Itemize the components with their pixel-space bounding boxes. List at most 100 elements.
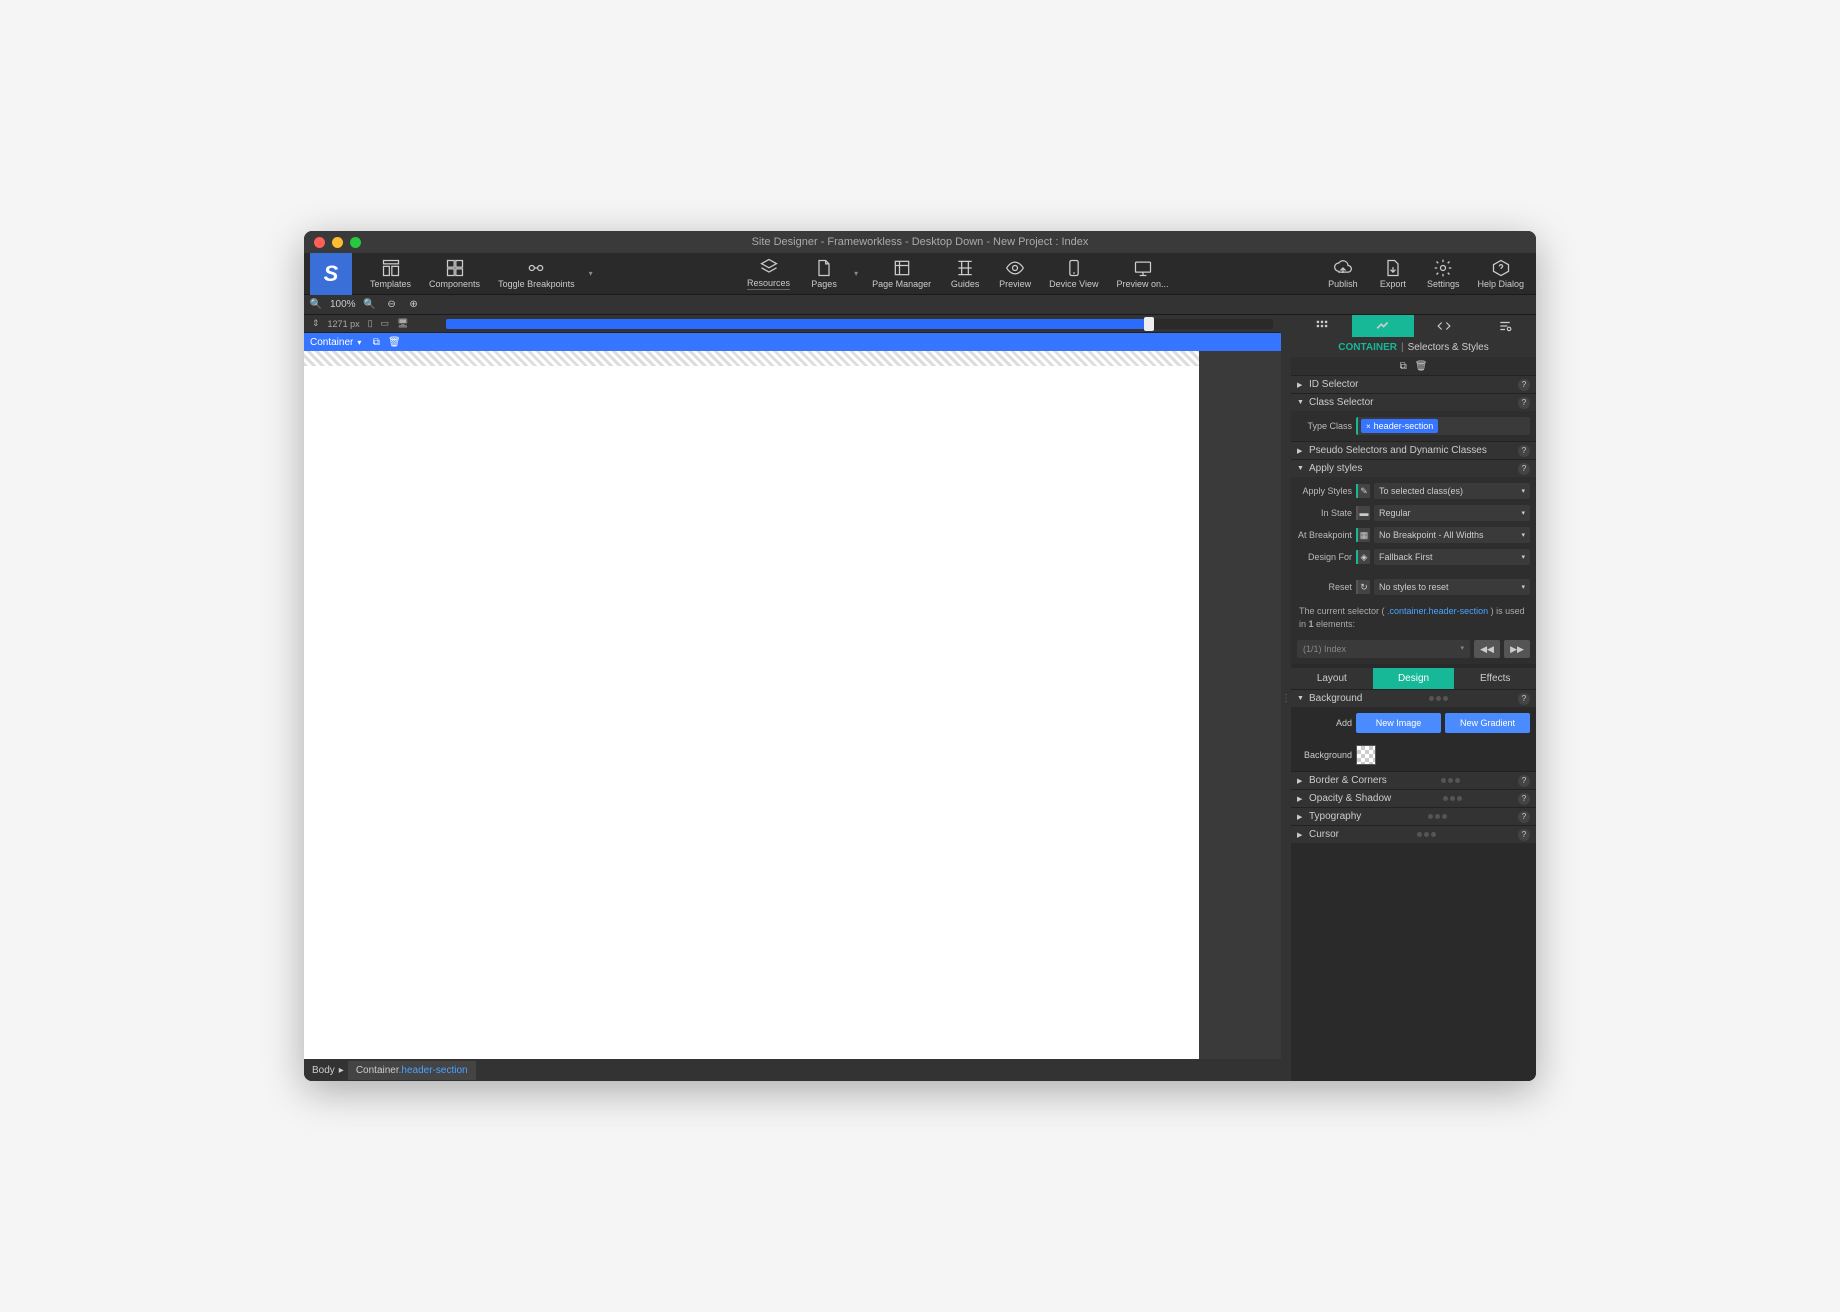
delete-icon[interactable]: 🗑 [1415,361,1428,372]
section-apply-styles[interactable]: ▼Apply styles? [1291,459,1536,477]
state-icon[interactable]: ▬ [1356,506,1370,520]
canvas-width: 1271 px [328,319,360,329]
zoom-in-icon[interactable]: 🔍 [362,299,378,310]
help-icon[interactable]: ? [1518,445,1530,457]
new-image-button[interactable]: New Image [1356,713,1441,733]
canvas[interactable] [304,351,1281,1059]
inspector-header: CONTAINER|Selectors & Styles [1291,337,1536,357]
tab-elements[interactable] [1291,315,1352,337]
crumb-container[interactable]: Container.header-section [348,1061,476,1080]
tab-search[interactable] [1475,315,1536,337]
pages-more-icon[interactable]: ▾ [852,269,860,278]
section-id-selector[interactable]: ▶ID Selector? [1291,375,1536,393]
design-for-label: Design For [1297,552,1352,562]
tab-effects[interactable]: Effects [1454,668,1536,689]
resources-button[interactable]: Resources [741,255,796,292]
usage-select[interactable]: (1/1) Index▾ [1297,640,1470,658]
tab-design[interactable]: Design [1373,668,1455,689]
help-icon[interactable]: ? [1518,811,1530,823]
zoom-out-icon[interactable]: 🔍 [308,299,324,310]
add-label: Add [1297,718,1352,728]
components-button[interactable]: Components [423,256,486,291]
trash-icon[interactable]: 🗑 [387,337,401,348]
window-title: Site Designer - Frameworkless - Desktop … [752,236,1089,248]
copy-icon[interactable]: ⧉ [1400,361,1407,372]
zoom-plus-icon[interactable]: ⊕ [406,299,422,310]
page[interactable] [304,351,1199,1059]
class-input[interactable]: ×header-section [1356,417,1530,435]
state-select[interactable]: Regular▾ [1374,505,1530,521]
zoom-minus-icon[interactable]: ⊖ [384,299,400,310]
help-icon[interactable]: ? [1518,693,1530,705]
container-element[interactable] [304,351,1199,366]
templates-button[interactable]: Templates [364,256,417,291]
selector-info: The current selector ( .container.header… [1297,601,1530,634]
reset-select[interactable]: No styles to reset▾ [1374,579,1530,595]
publish-button[interactable]: Publish [1321,256,1365,291]
tab-code[interactable] [1414,315,1475,337]
apply-target-icon[interactable]: ✎ [1356,484,1370,498]
device-view-button[interactable]: Device View [1043,256,1104,291]
help-icon[interactable]: ? [1518,379,1530,391]
ruler-bar: ⇕ 1271 px ▯ ▭ 🖥 [304,315,1281,333]
new-gradient-button[interactable]: New Gradient [1445,713,1530,733]
design-for-select[interactable]: Fallback First▾ [1374,549,1530,565]
section-cursor[interactable]: ▶Cursor? [1291,825,1536,843]
page-manager-button[interactable]: Page Manager [866,256,937,291]
selection-label: Container [310,337,353,348]
help-button[interactable]: Help Dialog [1471,256,1530,291]
section-class-selector[interactable]: ▼Class Selector? [1291,393,1536,411]
section-typography[interactable]: ▶Typography? [1291,807,1536,825]
crumb-body[interactable]: Body [312,1065,335,1076]
remove-class-icon[interactable]: × [1366,422,1371,431]
width-slider[interactable] [446,319,1273,329]
help-icon[interactable]: ? [1518,793,1530,805]
guides-button[interactable]: Guides [943,256,987,291]
selection-menu-icon[interactable]: ▾ [357,338,361,347]
background-swatch[interactable] [1356,745,1376,765]
ruler-collapse-icon[interactable]: ⇕ [312,318,320,329]
section-opacity[interactable]: ▶Opacity & Shadow? [1291,789,1536,807]
help-icon[interactable]: ? [1518,463,1530,475]
section-pseudo[interactable]: ▶Pseudo Selectors and Dynamic Classes? [1291,441,1536,459]
app-logo[interactable]: S [310,253,352,295]
export-button[interactable]: Export [1371,256,1415,291]
section-background[interactable]: ▼Background? [1291,689,1536,707]
breakpoint-label: At Breakpoint [1297,530,1352,540]
help-icon[interactable]: ? [1518,829,1530,841]
help-icon[interactable]: ? [1518,775,1530,787]
pages-button[interactable]: Pages [802,256,846,291]
duplicate-icon[interactable]: ⧉ [369,337,383,348]
section-border[interactable]: ▶Border & Corners? [1291,771,1536,789]
tab-layout[interactable]: Layout [1291,668,1373,689]
next-usage-button[interactable]: ▶▶ [1504,640,1530,658]
desktop-icon[interactable]: 🖥 [397,318,408,329]
phone-icon[interactable]: ▯ [368,318,373,329]
tablet-icon[interactable]: ▭ [381,318,390,329]
zoom-bar: 🔍 100% 🔍 ⊖ ⊕ [304,295,1536,315]
type-class-label: Type Class [1297,421,1352,431]
settings-button[interactable]: Settings [1421,256,1466,291]
reset-icon[interactable]: ↻ [1356,580,1370,594]
background-label: Background [1297,750,1352,760]
apply-styles-select[interactable]: To selected class(es)▾ [1374,483,1530,499]
close-button[interactable] [314,237,325,248]
selection-bar: Container ▾ ⧉ 🗑 [304,333,1281,351]
breakpoints-button[interactable]: Toggle Breakpoints [492,256,581,291]
maximize-button[interactable] [350,237,361,248]
width-handle[interactable] [1144,317,1154,331]
more-icon[interactable]: ▾ [587,269,595,278]
preview-on-button[interactable]: Preview on... [1110,256,1174,291]
panel-resize-handle[interactable]: ⋮ [1281,315,1291,1081]
chevron-right-icon: ▸ [339,1065,344,1076]
reset-label: Reset [1297,582,1352,592]
prev-usage-button[interactable]: ◀◀ [1474,640,1500,658]
breakpoint-select[interactable]: No Breakpoint - All Widths▾ [1374,527,1530,543]
tab-styles[interactable] [1352,315,1413,337]
design-for-icon[interactable]: ◈ [1356,550,1370,564]
zoom-level: 100% [330,299,356,310]
breakpoint-icon[interactable]: ▦ [1356,528,1370,542]
help-icon[interactable]: ? [1518,397,1530,409]
minimize-button[interactable] [332,237,343,248]
preview-button[interactable]: Preview [993,256,1037,291]
